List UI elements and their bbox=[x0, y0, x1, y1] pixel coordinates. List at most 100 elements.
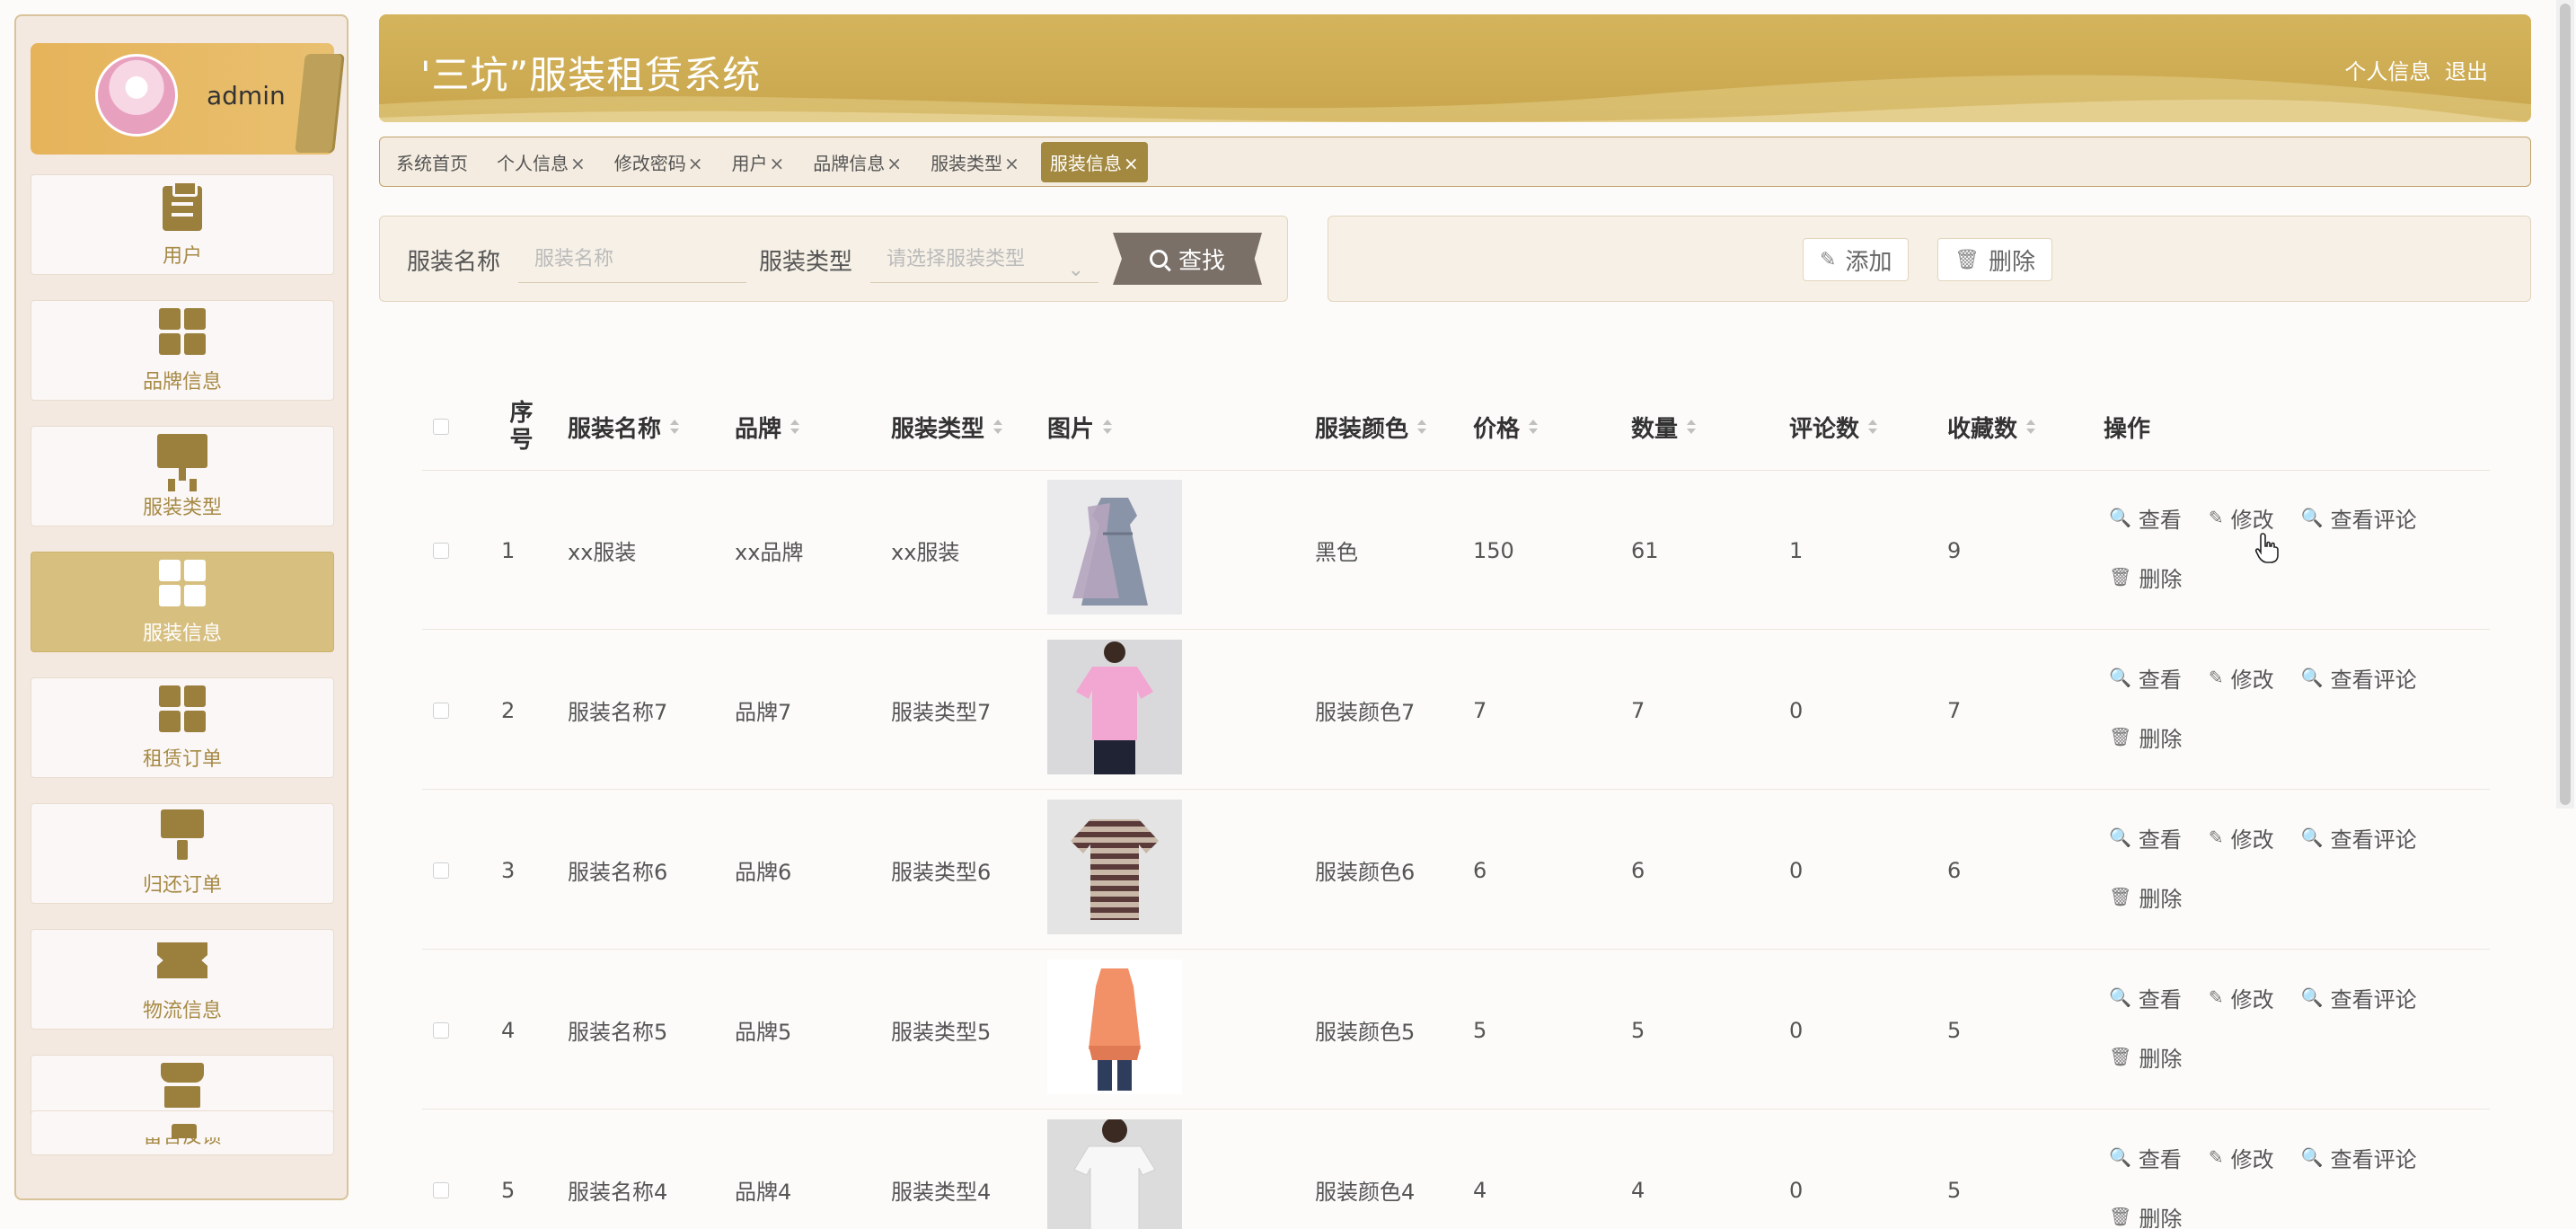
tab[interactable]: 服装信息 × bbox=[1040, 141, 1148, 182]
close-icon[interactable]: × bbox=[1004, 153, 1019, 174]
col-type-label: 服装类型 bbox=[891, 415, 985, 443]
view-comments-button[interactable]: 🔍 查看评论 bbox=[2301, 983, 2417, 1012]
delete-button[interactable]: 🗑 删除 bbox=[2109, 1202, 2182, 1229]
cell-index: 3 bbox=[501, 857, 516, 883]
product-image[interactable] bbox=[1047, 480, 1182, 614]
tab[interactable]: 服装类型 × bbox=[931, 149, 1019, 175]
delete-button[interactable]: 🗑 删除 bbox=[2109, 562, 2182, 592]
col-brand[interactable]: 品牌 bbox=[735, 383, 800, 471]
cell-qty: 61 bbox=[1631, 537, 1659, 563]
sort-icon[interactable] bbox=[670, 420, 680, 434]
logout-link[interactable]: 退出 bbox=[2445, 59, 2488, 84]
type-filter-select[interactable]: 请选择服装类型 ⌄ bbox=[870, 236, 1098, 283]
page-scrollbar[interactable] bbox=[2556, 0, 2574, 809]
edit-button[interactable]: ✎ 修改 bbox=[2209, 503, 2274, 533]
grid-icon bbox=[157, 558, 207, 608]
view-comments-button[interactable]: 🔍 查看评论 bbox=[2300, 503, 2417, 533]
view-button[interactable]: 🔍 查看 bbox=[2109, 983, 2182, 1012]
cell-price: 7 bbox=[1473, 697, 1487, 723]
edit-button-label: 修改 bbox=[2230, 507, 2274, 533]
sort-icon[interactable] bbox=[993, 420, 1003, 434]
profile-link[interactable]: 个人信息 bbox=[2344, 59, 2430, 84]
product-image[interactable] bbox=[1047, 959, 1182, 1094]
sort-icon[interactable] bbox=[1103, 420, 1113, 434]
search-icon: 🔍 bbox=[2300, 507, 2324, 528]
sort-icon[interactable] bbox=[790, 420, 800, 434]
view-button[interactable]: 🔍 查看 bbox=[2109, 1143, 2182, 1172]
cell-name: 服装名称6 bbox=[568, 860, 668, 885]
row-checkbox[interactable] bbox=[433, 1182, 449, 1198]
sidebar-item[interactable]: 品牌信息 bbox=[31, 300, 334, 401]
search-icon: 🔍 bbox=[2109, 986, 2131, 1008]
search-button[interactable]: 查找 bbox=[1113, 233, 1262, 285]
close-icon[interactable]: × bbox=[688, 153, 703, 174]
close-icon[interactable]: × bbox=[1124, 153, 1139, 174]
view-button[interactable]: 🔍 查看 bbox=[2109, 663, 2182, 693]
sidebar-item[interactable]: 服装类型 bbox=[31, 426, 334, 526]
view-comments-button[interactable]: 🔍 查看评论 bbox=[2301, 663, 2417, 693]
col-favorites[interactable]: 收藏数 bbox=[1947, 383, 2036, 471]
col-type[interactable]: 服装类型 bbox=[891, 383, 1003, 471]
view-button[interactable]: 🔍 查看 bbox=[2109, 823, 2182, 853]
sidebar-item[interactable]: 留言反馈 bbox=[31, 1055, 334, 1155]
delete-button[interactable]: 🗑 删除 bbox=[2109, 1042, 2182, 1072]
edit-button-label: 修改 bbox=[2230, 986, 2274, 1012]
sidebar-item[interactable]: 物流信息 bbox=[31, 929, 334, 1030]
col-price[interactable]: 价格 bbox=[1473, 383, 1539, 471]
close-icon[interactable]: × bbox=[570, 153, 586, 174]
sidebar-item-partial[interactable] bbox=[31, 1110, 334, 1138]
tab[interactable]: 系统首页 bbox=[396, 149, 468, 175]
row-checkbox[interactable] bbox=[433, 1022, 449, 1039]
sort-icon[interactable] bbox=[1687, 420, 1697, 434]
tab[interactable]: 品牌信息 × bbox=[813, 149, 902, 175]
delete-button[interactable]: 🗑 删除 bbox=[2109, 722, 2182, 752]
cell-favorites: 6 bbox=[1947, 857, 1962, 883]
view-comments-button[interactable]: 🔍 查看评论 bbox=[2301, 1143, 2417, 1172]
avatar[interactable] bbox=[95, 54, 178, 137]
tab[interactable]: 个人信息 × bbox=[497, 149, 586, 175]
profile-name: admin bbox=[207, 81, 286, 111]
col-name[interactable]: 服装名称 bbox=[568, 383, 680, 471]
col-image[interactable]: 图片 bbox=[1047, 383, 1113, 471]
add-button[interactable]: ✎ 添加 bbox=[1803, 238, 1910, 281]
cell-comments: 0 bbox=[1789, 697, 1804, 723]
sort-icon[interactable] bbox=[2026, 420, 2036, 434]
row-checkbox[interactable] bbox=[433, 703, 449, 719]
sort-icon[interactable] bbox=[1868, 420, 1878, 434]
product-image[interactable] bbox=[1047, 1119, 1182, 1229]
select-all-checkbox[interactable] bbox=[433, 419, 449, 435]
sort-icon[interactable] bbox=[1529, 420, 1539, 434]
delete-button[interactable]: 🗑 删除 bbox=[2109, 882, 2182, 912]
tab[interactable]: 修改密码 × bbox=[614, 149, 703, 175]
row-checkbox[interactable] bbox=[433, 543, 449, 559]
row-checkbox[interactable] bbox=[433, 862, 449, 879]
product-image[interactable] bbox=[1047, 800, 1182, 934]
row-actions: 🔍 查看 ✎ 修改 🔍 查看评论 🗑 删除 bbox=[2109, 983, 2468, 1072]
sidebar-item[interactable]: 服装信息 bbox=[31, 552, 334, 652]
edit-button[interactable]: ✎ 修改 bbox=[2209, 1143, 2274, 1172]
product-image[interactable] bbox=[1047, 640, 1182, 774]
col-color[interactable]: 服装颜色 bbox=[1315, 383, 1427, 471]
view-comments-button[interactable]: 🔍 查看评论 bbox=[2301, 823, 2417, 853]
tab[interactable]: 用户 × bbox=[732, 149, 785, 175]
col-qty[interactable]: 数量 bbox=[1631, 383, 1697, 471]
sort-icon[interactable] bbox=[1417, 420, 1427, 434]
view-button[interactable]: 🔍 查看 bbox=[2109, 503, 2182, 533]
name-search-input[interactable]: 服装名称 bbox=[518, 236, 746, 283]
col-image-label: 图片 bbox=[1047, 415, 1095, 443]
col-comments[interactable]: 评论数 bbox=[1789, 383, 1878, 471]
cell-color: 服装颜色6 bbox=[1315, 860, 1416, 885]
edit-button[interactable]: ✎ 修改 bbox=[2209, 823, 2274, 853]
edit-button[interactable]: ✎ 修改 bbox=[2209, 983, 2274, 1012]
sidebar-item[interactable]: 归还订单 bbox=[31, 803, 334, 904]
profile-card: admin bbox=[31, 43, 345, 155]
cell-type: 服装类型4 bbox=[891, 1180, 992, 1205]
cell-brand: 品牌6 bbox=[735, 860, 792, 885]
cell-comments: 1 bbox=[1789, 537, 1804, 563]
sidebar-item[interactable]: 用户 bbox=[31, 174, 334, 275]
sidebar-item[interactable]: 租赁订单 bbox=[31, 677, 334, 778]
edit-button[interactable]: ✎ 修改 bbox=[2209, 663, 2274, 693]
close-icon[interactable]: × bbox=[770, 153, 785, 174]
batch-delete-button[interactable]: 🗑 删除 bbox=[1937, 238, 2052, 281]
close-icon[interactable]: × bbox=[887, 153, 902, 174]
